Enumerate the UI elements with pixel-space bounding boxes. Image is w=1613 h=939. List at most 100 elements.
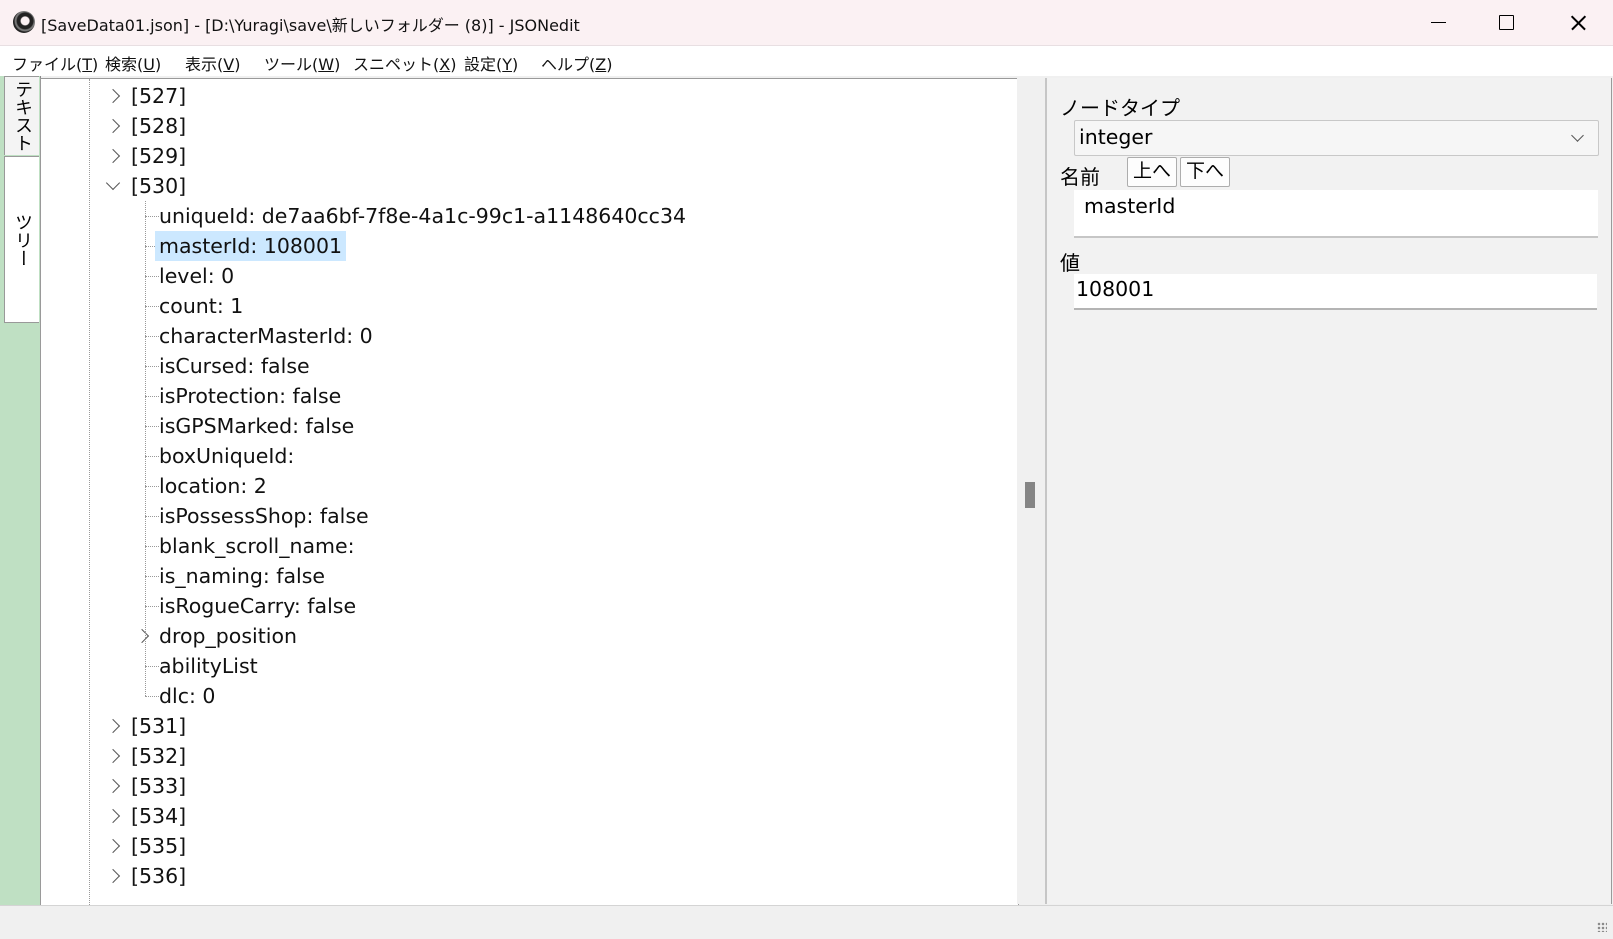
tree-node-child[interactable]: isProtection: false [41, 381, 1001, 411]
tree-node-label: level: 0 [159, 264, 235, 288]
tree-node-label: isGPSMarked: false [159, 414, 355, 438]
close-button[interactable] [1543, 0, 1613, 45]
tree-node-child[interactable]: boxUniqueId: [41, 441, 1001, 471]
value-label: 値 [1060, 251, 1080, 275]
chevron-right-icon[interactable] [105, 838, 121, 854]
tree-node-label: [533] [131, 774, 187, 798]
tree-node[interactable]: [535] [41, 831, 1001, 861]
tree-node-child[interactable]: isPossessShop: false [41, 501, 1001, 531]
maximize-icon [1499, 15, 1514, 30]
tree-node-label: masterId: 108001 [155, 231, 347, 261]
tree-node-label: isCursed: false [159, 354, 310, 378]
tree-node-child[interactable]: location: 2 [41, 471, 1001, 501]
node-type-value: integer [1079, 125, 1153, 149]
tree-node[interactable]: [536] [41, 861, 1001, 891]
name-field[interactable]: masterId [1074, 190, 1598, 238]
node-type-select[interactable]: integer [1074, 120, 1599, 156]
status-bar [0, 905, 1613, 939]
tree-node[interactable]: [532] [41, 741, 1001, 771]
tree-node-label: [527] [131, 84, 187, 108]
resize-grip-icon[interactable] [1597, 922, 1607, 932]
chevron-right-icon[interactable] [105, 748, 121, 764]
tree-node[interactable]: [527] [41, 81, 1001, 111]
chevron-down-icon[interactable] [105, 175, 121, 191]
menu-file[interactable]: ファイル(T) [12, 51, 98, 75]
menu-help[interactable]: ヘルプ(Z) [541, 51, 612, 75]
tree-node[interactable]: [528] [41, 111, 1001, 141]
side-tab-strip: テキスト ツリー [0, 76, 41, 909]
node-type-label: ノードタイプ [1060, 96, 1180, 120]
tree-node-child[interactable]: level: 0 [41, 261, 1001, 291]
chevron-right-icon[interactable] [105, 868, 121, 884]
tree-node[interactable]: [534] [41, 801, 1001, 831]
tree-node-child[interactable]: uniqueId: de7aa6bf-7f8e-4a1c-99c1-a11486… [41, 201, 1001, 231]
chevron-right-icon[interactable] [105, 778, 121, 794]
tree-node-expanded[interactable]: [530] [41, 171, 1001, 201]
tree-node-child[interactable]: isRogueCarry: false [41, 591, 1001, 621]
tree-node-child[interactable]: dlc: 0 [41, 681, 1001, 711]
tree-node-label: [536] [131, 864, 187, 888]
tree-node-label: blank_scroll_name: [159, 534, 355, 558]
tree-node-label: [534] [131, 804, 187, 828]
tree-node-selected[interactable]: masterId: 108001 [41, 231, 1001, 261]
tree-node[interactable]: [533] [41, 771, 1001, 801]
chevron-right-icon[interactable] [105, 148, 121, 164]
tree-node-label: isRogueCarry: false [159, 594, 357, 618]
tree-node-label: isPossessShop: false [159, 504, 369, 528]
tree-node-child[interactable]: blank_scroll_name: [41, 531, 1001, 561]
chevron-right-icon[interactable] [105, 718, 121, 734]
name-label: 名前 [1060, 165, 1100, 189]
chevron-down-icon [1571, 129, 1584, 142]
tree-view[interactable]: [527] [528] [529] [530] uniqueId: de7aa6bf-7… [40, 78, 1019, 906]
tree-node-label: isProtection: false [159, 384, 342, 408]
tree-node-label: [535] [131, 834, 187, 858]
tree-node-label: is_naming: false [159, 564, 326, 588]
tree-node-child[interactable]: is_naming: false [41, 561, 1001, 591]
maximize-button[interactable] [1472, 0, 1542, 45]
tree-node-child[interactable]: isGPSMarked: false [41, 411, 1001, 441]
tree-node-label: characterMasterId: 0 [159, 324, 373, 348]
name-value: masterId [1084, 194, 1176, 218]
tree-node[interactable]: [529] [41, 141, 1001, 171]
tree-node-child[interactable]: abilityList [41, 651, 1001, 681]
menu-search[interactable]: 検索(U) [105, 51, 161, 75]
menu-bar: ファイル(T) 検索(U) 表示(V) ツール(W) スニペット(X) 設定(Y… [0, 46, 1613, 76]
move-down-button[interactable]: 下へ [1180, 157, 1230, 187]
chevron-right-icon[interactable] [105, 88, 121, 104]
move-up-button[interactable]: 上へ [1127, 157, 1177, 187]
chevron-right-icon[interactable] [105, 808, 121, 824]
tree-node-label: boxUniqueId: [159, 444, 295, 468]
app-icon [13, 11, 35, 33]
tab-text[interactable]: テキスト [4, 76, 39, 155]
tree-node-label: dlc: 0 [159, 684, 216, 708]
tree-node-label: [528] [131, 114, 187, 138]
menu-snippets[interactable]: スニペット(X) [353, 51, 456, 75]
tree-child-guide-line [145, 201, 146, 696]
value-text: 108001 [1076, 277, 1155, 301]
tab-text-label: テキスト [12, 80, 33, 152]
chevron-right-icon[interactable] [105, 118, 121, 134]
tree-node-label: abilityList [159, 654, 258, 678]
menu-tools[interactable]: ツール(W) [264, 51, 340, 75]
tree-node-label: [531] [131, 714, 187, 738]
tab-tree-label: ツリー [12, 212, 33, 267]
minimize-button[interactable] [1403, 0, 1473, 45]
minimize-icon [1431, 22, 1446, 23]
tree-node-label: location: 2 [159, 474, 267, 498]
value-field[interactable]: 108001 [1074, 274, 1597, 310]
window-title: [SaveData01.json] - [D:\Yuragi\save\新しいフ… [41, 16, 580, 35]
tree-node-child[interactable]: isCursed: false [41, 351, 1001, 381]
tree-node-child[interactable]: characterMasterId: 0 [41, 321, 1001, 351]
menu-settings[interactable]: 設定(Y) [464, 51, 518, 75]
tree-node-label: count: 1 [159, 294, 244, 318]
scrollbar-thumb[interactable] [1025, 482, 1035, 508]
tree-node-child[interactable]: drop_position [41, 621, 1001, 651]
tree-node-label: [529] [131, 144, 187, 168]
menu-view[interactable]: 表示(V) [185, 51, 240, 75]
chevron-right-icon[interactable] [134, 628, 150, 644]
tree-node-child[interactable]: count: 1 [41, 291, 1001, 321]
title-bar: [SaveData01.json] - [D:\Yuragi\save\新しいフ… [0, 0, 1613, 46]
tree-node-label: [532] [131, 744, 187, 768]
tree-node[interactable]: [531] [41, 711, 1001, 741]
tab-tree[interactable]: ツリー [4, 156, 39, 323]
